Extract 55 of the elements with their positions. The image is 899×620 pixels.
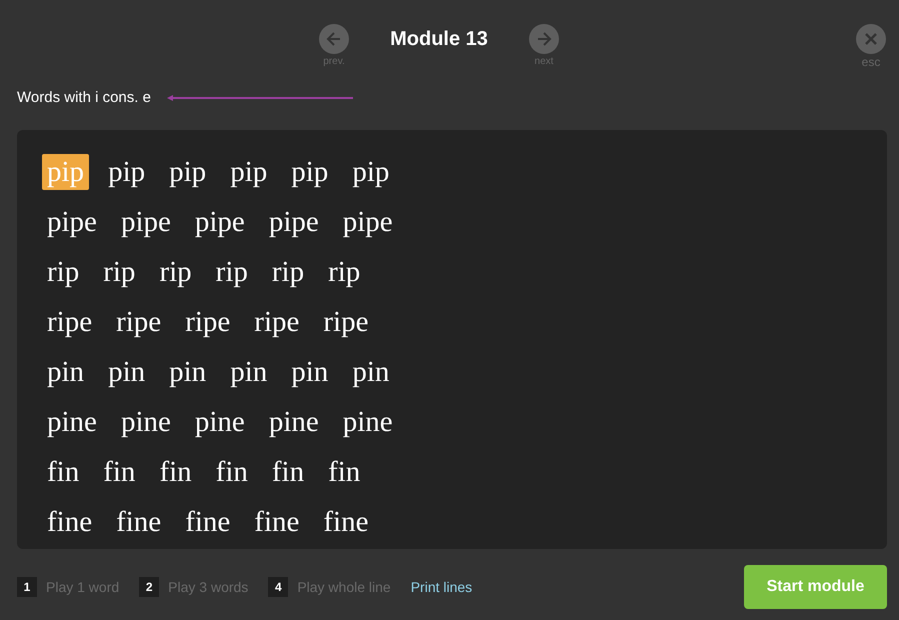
previous-button[interactable]: [319, 24, 349, 54]
word[interactable]: fine: [111, 504, 166, 540]
word[interactable]: pipe: [264, 204, 324, 240]
word[interactable]: pip: [347, 154, 394, 190]
word[interactable]: fin: [42, 454, 84, 490]
word[interactable]: pin: [164, 354, 212, 390]
word[interactable]: pipe: [42, 204, 102, 240]
word[interactable]: pipe: [338, 204, 398, 240]
next-button[interactable]: [529, 24, 559, 54]
word[interactable]: ripe: [111, 304, 166, 340]
word[interactable]: rip: [42, 254, 84, 290]
word[interactable]: ripe: [42, 304, 98, 340]
word[interactable]: pin: [42, 354, 90, 390]
word[interactable]: ripe: [318, 304, 374, 340]
word[interactable]: pin: [347, 354, 394, 390]
word[interactable]: rip: [154, 254, 197, 290]
left-arrow-icon: [326, 31, 342, 47]
module-title: Module 13: [389, 27, 489, 52]
word[interactable]: fine: [180, 504, 236, 540]
word[interactable]: pin: [225, 354, 272, 390]
word[interactable]: pin: [103, 354, 150, 390]
word[interactable]: pine: [338, 404, 398, 440]
word[interactable]: pip: [225, 154, 272, 190]
word[interactable]: rip: [323, 254, 366, 290]
word[interactable]: rip: [266, 254, 310, 290]
word[interactable]: pine: [264, 404, 324, 440]
word[interactable]: rip: [98, 254, 140, 290]
word[interactable]: pin: [286, 354, 334, 390]
word[interactable]: pipe: [116, 204, 176, 240]
word[interactable]: fin: [98, 454, 140, 490]
key-badge: 4: [268, 577, 288, 597]
word[interactable]: pine: [190, 404, 250, 440]
key-badge: 2: [139, 577, 160, 597]
close-button[interactable]: [856, 24, 886, 54]
word[interactable]: fin: [154, 454, 197, 490]
word[interactable]: pipe: [190, 204, 250, 240]
word[interactable]: fin: [210, 454, 253, 490]
word[interactable]: fin: [266, 454, 310, 490]
key-badge: 1: [17, 577, 37, 597]
word[interactable]: fine: [42, 504, 98, 540]
word[interactable]: pine: [116, 404, 176, 440]
close-icon: [864, 32, 878, 46]
word[interactable]: ripe: [249, 304, 304, 340]
right-arrow-icon: [536, 31, 552, 47]
word[interactable]: ripe: [180, 304, 236, 340]
word[interactable]: fine: [249, 504, 304, 540]
module-subtitle: Words with i cons. e: [17, 88, 151, 108]
word[interactable]: pip: [164, 154, 212, 190]
word[interactable]: fine: [318, 504, 374, 540]
word[interactable]: pip: [103, 154, 150, 190]
word[interactable]: rip: [210, 254, 253, 290]
word[interactable]: pine: [42, 404, 102, 440]
word[interactable]: fin: [323, 454, 366, 490]
word[interactable]: pip: [286, 154, 334, 190]
print-lines-link[interactable]: Print lines: [410, 576, 472, 598]
